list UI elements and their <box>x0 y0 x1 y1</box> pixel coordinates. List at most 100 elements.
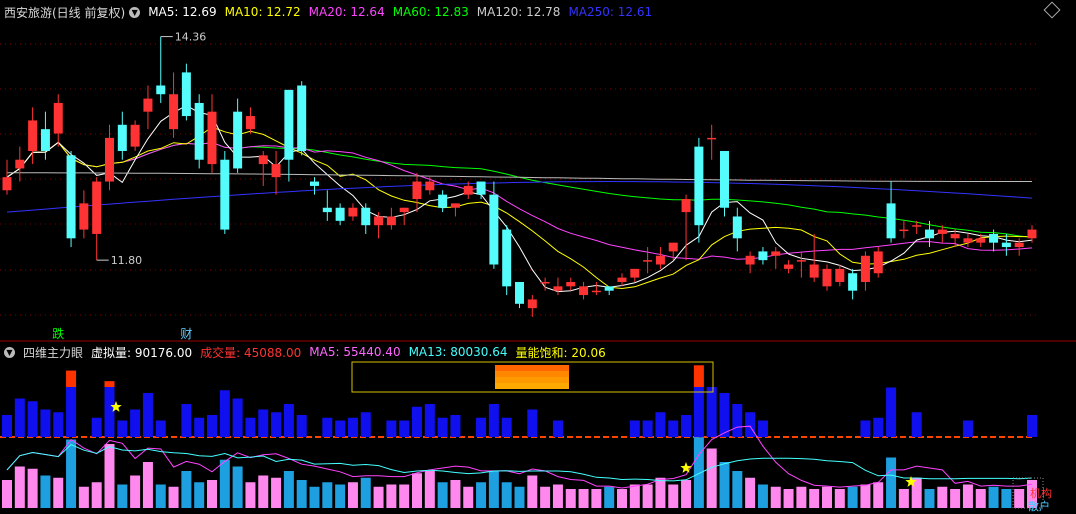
high-value-label: 14.36 <box>175 31 207 44</box>
candle-body <box>169 94 179 130</box>
volume-bar <box>783 489 794 508</box>
candle-body <box>489 194 499 265</box>
volume-upper-bar <box>719 393 730 437</box>
candle-body <box>386 216 396 226</box>
volume-upper-bar <box>104 387 115 437</box>
candle-body <box>117 124 127 151</box>
volume-bar <box>360 477 371 508</box>
volume-upper-bar <box>706 387 717 437</box>
ma60-label: MA60: 12.83 <box>392 5 469 19</box>
volume-bar <box>1001 489 1012 508</box>
candle-body <box>745 255 755 265</box>
volume-bar <box>834 489 845 508</box>
volume-bar <box>40 475 51 508</box>
volume-bar <box>335 484 346 508</box>
candle-body <box>681 199 691 213</box>
stock-chart-canvas[interactable]: 14.36 11.80 跌 财机构散户 <box>0 0 1076 514</box>
candle-body <box>771 251 781 256</box>
candle-body <box>233 111 243 169</box>
volume-bar <box>271 477 282 508</box>
candle-body <box>2 177 12 191</box>
chevron-down-icon-2[interactable]: ▼ <box>4 346 15 358</box>
volume-upper-bar <box>1027 415 1037 437</box>
volume-bar <box>232 466 243 508</box>
volume-bar <box>117 484 128 508</box>
saturation-fill <box>495 383 569 389</box>
ma5-label: MA5: 12.69 <box>148 5 217 19</box>
retail-label: 散户 <box>1028 499 1050 513</box>
volume-bar <box>373 486 384 508</box>
candle-body <box>310 181 319 186</box>
candle-body <box>92 181 102 234</box>
volume-bar <box>732 471 743 508</box>
volume-bar <box>296 480 307 508</box>
candle-body <box>579 286 589 296</box>
volume-upper-bar <box>117 420 128 437</box>
chevron-down-icon[interactable]: ▼ <box>129 6 141 18</box>
volume-bar <box>476 482 487 508</box>
volume-upper-bar <box>53 412 64 437</box>
volume-bar <box>2 480 12 508</box>
vol-ma13-label: MA13: 80030.64 <box>408 345 508 359</box>
volume-upper-bar <box>488 404 499 437</box>
volume-upper-bar <box>911 412 922 437</box>
volume-bar <box>706 448 717 508</box>
volume-bar <box>809 489 820 508</box>
volume-bar <box>488 471 499 508</box>
volume-upper-bar <box>91 417 102 437</box>
institution-label: 机构 <box>1030 486 1052 500</box>
volume-bar <box>347 482 358 508</box>
volume-upper-bar <box>642 420 653 437</box>
volume-upper-bar <box>962 420 973 437</box>
candle-body <box>476 181 486 195</box>
ma120-line <box>7 172 1032 182</box>
candle-body <box>220 159 230 230</box>
candle-body <box>937 229 947 234</box>
candle-body <box>399 207 409 213</box>
volume-bar <box>283 471 294 508</box>
candle-body <box>848 273 858 291</box>
volume-upper-bar <box>501 417 512 437</box>
star-icon <box>680 462 692 473</box>
volume-bar <box>822 486 832 508</box>
candle-body <box>40 129 50 151</box>
volume-bar <box>693 437 704 508</box>
volume-upper-bar <box>629 420 640 437</box>
ma10-label: MA10: 12.72 <box>224 5 301 19</box>
candle-body <box>438 194 448 208</box>
candle-body <box>835 268 845 282</box>
candle-body <box>809 264 819 278</box>
candle-body <box>1014 242 1024 248</box>
saturation-fill <box>495 365 569 371</box>
volume-upper-bar <box>142 393 153 437</box>
volume-upper-bar <box>155 420 166 437</box>
volume-upper-bar <box>66 387 77 437</box>
candle-body <box>271 164 281 178</box>
volume-bar <box>681 480 692 508</box>
volume-bar <box>642 484 653 508</box>
volume-spike-bar <box>693 365 704 387</box>
saturation-label: 量能饱和: 20.06 <box>515 345 606 360</box>
volume-upper-bar <box>207 415 217 437</box>
volume-bar <box>514 486 525 508</box>
volume-bar <box>168 486 179 508</box>
volume-upper-bar <box>424 404 435 437</box>
volume-bar <box>399 484 410 508</box>
volume-bar <box>873 482 884 508</box>
volume-bar <box>591 489 602 508</box>
volume-upper-bar <box>886 387 897 437</box>
ma120-label: MA120: 12.78 <box>476 5 561 19</box>
low-value-label: 11.80 <box>111 254 143 267</box>
candle-body <box>143 98 153 112</box>
volume-bar <box>604 486 615 508</box>
candle-body <box>873 251 883 274</box>
candle-body <box>604 286 614 291</box>
candle-body <box>79 203 89 230</box>
candle-body <box>566 281 576 287</box>
volume-bar <box>617 489 627 508</box>
candle-body <box>694 146 704 226</box>
volume-bar <box>629 484 640 508</box>
candle-body <box>796 260 806 262</box>
volume-bar <box>78 486 89 508</box>
candle-body <box>374 216 384 226</box>
